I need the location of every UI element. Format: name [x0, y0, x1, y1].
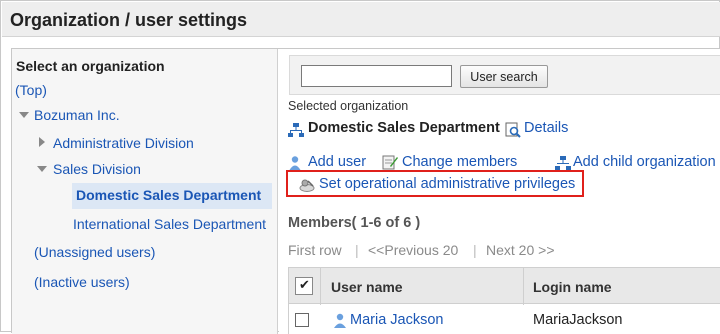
chevron-down-icon[interactable] [37, 166, 47, 172]
pager-first-row[interactable]: First row [288, 242, 342, 258]
add-user-icon[interactable] [288, 155, 304, 171]
column-header-login-name: Login name [533, 279, 612, 295]
pager-separator: | [473, 242, 477, 258]
members-table-header: User name Login name [288, 267, 720, 305]
table-row: Maria Jackson MariaJackson [288, 304, 720, 334]
tree-item-administrative-division[interactable]: Administrative Division [53, 135, 194, 151]
tree-item-unassigned-users[interactable]: (Unassigned users) [34, 244, 155, 260]
page-title: Organization / user settings [10, 10, 248, 30]
privileges-icon[interactable] [299, 177, 315, 193]
tree-item-inactive-users[interactable]: (Inactive users) [34, 274, 130, 290]
window-frame: Organization / user settings Select an o… [0, 0, 720, 334]
user-search-input[interactable] [301, 65, 452, 87]
column-divider [320, 268, 321, 305]
change-members-icon[interactable] [382, 154, 398, 170]
add-user-link[interactable]: Add user [308, 154, 366, 170]
tree-item-international-sales[interactable]: International Sales Department [73, 216, 266, 232]
chevron-right-icon[interactable] [39, 137, 45, 147]
selected-organization-label: Selected organization [288, 99, 409, 113]
pager-previous[interactable]: <<Previous 20 [368, 242, 458, 258]
organization-tree-heading: Select an organization [16, 58, 165, 74]
organization-icon [288, 123, 304, 137]
details-icon[interactable] [505, 122, 521, 138]
selected-organization-name: Domestic Sales Department [308, 120, 500, 136]
tree-item-top[interactable]: (Top) [15, 82, 47, 98]
tree-item-sales-division[interactable]: Sales Division [53, 161, 141, 177]
column-header-user-name: User name [331, 279, 403, 295]
set-privileges-link[interactable]: Set operational administrative privilege… [319, 176, 575, 192]
select-all-checkbox[interactable] [295, 277, 313, 295]
title-bar: Organization / user settings [2, 2, 720, 37]
tree-item-label: Domestic Sales Department [76, 187, 262, 203]
members-heading: Members( 1-6 of 6 ) [288, 215, 421, 231]
content-area: Select an organization (Top) Bozuman Inc… [11, 48, 720, 334]
user-icon [334, 313, 346, 328]
add-child-organization-icon[interactable] [555, 155, 571, 171]
user-name-link[interactable]: Maria Jackson [350, 312, 443, 328]
row-checkbox[interactable] [295, 313, 309, 327]
pager-separator: | [355, 242, 359, 258]
column-divider [523, 268, 524, 305]
login-name: MariaJackson [533, 312, 623, 328]
organization-tree-panel: Select an organization (Top) Bozuman Inc… [12, 49, 278, 334]
tree-item-bozuman[interactable]: Bozuman Inc. [34, 107, 120, 123]
change-members-link[interactable]: Change members [402, 154, 517, 170]
organization-detail-panel: User search Selected organization Domest… [279, 49, 720, 334]
add-child-organization-link[interactable]: Add child organization [573, 154, 716, 170]
user-search-bar: User search [289, 55, 720, 95]
user-search-button[interactable]: User search [460, 65, 548, 88]
details-link[interactable]: Details [524, 120, 568, 136]
pager-next[interactable]: Next 20 >> [486, 242, 555, 258]
chevron-down-icon[interactable] [19, 112, 29, 118]
tree-item-domestic-sales-selected[interactable]: Domestic Sales Department [72, 183, 272, 209]
